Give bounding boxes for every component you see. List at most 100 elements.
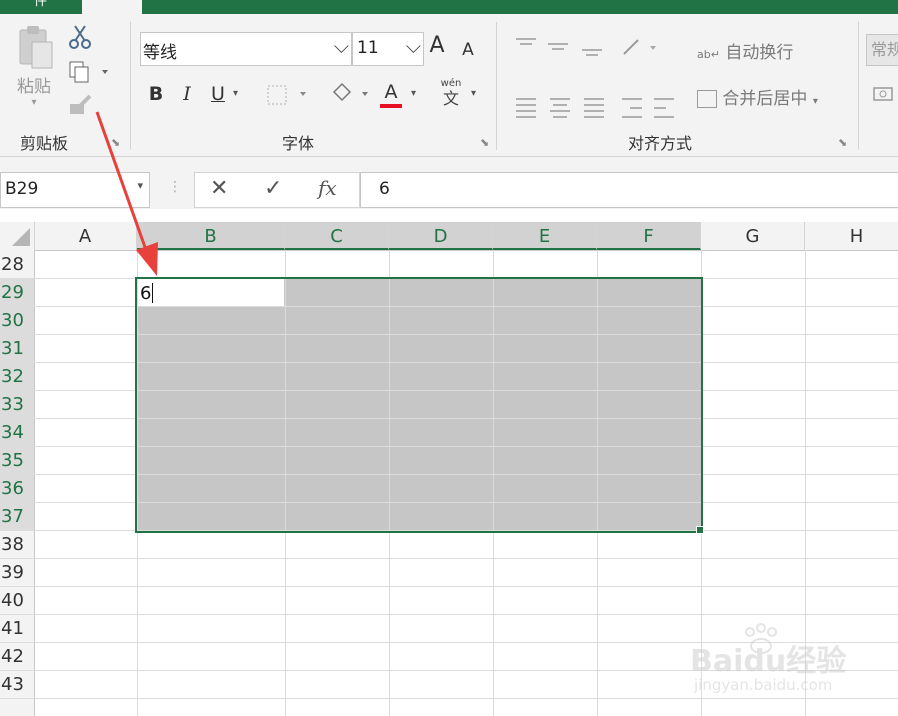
row-header-43[interactable]: 43 <box>0 670 34 698</box>
enter-icon[interactable]: ✓ <box>264 176 282 201</box>
font-name-select[interactable]: 等线 ⌵ <box>140 32 352 66</box>
formula-input-value: 6 <box>379 179 390 199</box>
merge-center-label: 合并后居中 <box>722 89 808 109</box>
group-divider <box>496 22 497 150</box>
chevron-down-icon[interactable]: ▾ <box>233 88 238 99</box>
column-header-c[interactable]: C <box>285 222 389 250</box>
dialog-launcher-icon[interactable]: ⬊ <box>111 137 121 148</box>
row-header-41[interactable]: 41 <box>0 614 34 642</box>
row-header-34[interactable]: 34 <box>0 418 34 446</box>
active-cell-b29[interactable]: 6 <box>138 279 284 306</box>
select-all-icon <box>12 228 30 246</box>
wrap-text-label: 自动换行 <box>725 43 794 63</box>
indent-icons[interactable] <box>620 96 680 120</box>
column-header-f[interactable]: F <box>597 222 701 250</box>
name-box[interactable]: B29 ▾ <box>0 172 150 208</box>
chevron-down-icon: ⌵ <box>333 34 349 58</box>
font-size-value: 11 <box>357 38 379 58</box>
currency-icon[interactable] <box>872 84 896 106</box>
row-header-37[interactable]: 37 <box>0 502 34 530</box>
row-header-42[interactable]: 42 <box>0 642 34 670</box>
row-header-38[interactable]: 38 <box>0 530 34 558</box>
row-header-28[interactable]: 28 <box>0 250 34 278</box>
wrap-text-icon: ab↵ <box>697 48 720 61</box>
gridline <box>0 614 898 615</box>
clipboard-group-label: 剪贴板 <box>20 134 69 153</box>
formula-input[interactable]: 6 <box>360 172 898 208</box>
watermark-url: jingyan.baidu.com <box>694 676 833 694</box>
vertical-align-icons[interactable] <box>514 36 610 58</box>
row-header-29[interactable]: 29 <box>0 278 34 306</box>
gridline <box>0 586 898 587</box>
paste-button[interactable]: 粘贴 ▾ <box>12 24 56 114</box>
font-color-button[interactable]: A <box>380 80 402 104</box>
row-header-40[interactable]: 40 <box>0 586 34 614</box>
column-header-bar: A B C D E F G H <box>0 222 898 251</box>
column-header-e[interactable]: E <box>493 222 597 250</box>
row-header-33[interactable]: 33 <box>0 390 34 418</box>
gridline <box>0 306 898 307</box>
paste-label: 粘贴 <box>17 77 51 97</box>
font-name-value: 等线 <box>143 43 177 63</box>
column-header-a[interactable]: A <box>34 222 137 250</box>
gridline <box>285 250 286 716</box>
chevron-down-icon[interactable]: ▾ <box>411 88 416 99</box>
bold-button[interactable]: B <box>145 82 167 106</box>
fill-handle[interactable] <box>696 526 704 534</box>
border-icon[interactable] <box>266 84 310 106</box>
gridline <box>0 334 898 335</box>
gridline <box>0 558 898 559</box>
column-header-g[interactable]: G <box>701 222 805 250</box>
orientation-icon[interactable] <box>620 36 660 60</box>
font-size-select[interactable]: 11 ⌵ <box>352 32 424 66</box>
active-cell-value: 6 <box>140 283 152 304</box>
shrink-font-button[interactable]: A <box>457 38 479 62</box>
gridline <box>0 418 898 419</box>
row-header-32[interactable]: 32 <box>0 362 34 390</box>
gridline <box>0 446 898 447</box>
wrap-text-button[interactable]: ab↵ 自动换行 <box>697 38 793 63</box>
column-header-h[interactable]: H <box>805 222 898 250</box>
select-all-button[interactable] <box>0 222 35 250</box>
underline-button[interactable]: U <box>207 82 229 106</box>
watermark-brand: Baidu经验 <box>690 644 847 679</box>
gridline <box>137 250 138 716</box>
row-header-35[interactable]: 35 <box>0 446 34 474</box>
row-header-39[interactable]: 39 <box>0 558 34 586</box>
copy-icon[interactable] <box>68 60 112 84</box>
row-header-31[interactable]: 31 <box>0 334 34 362</box>
italic-button[interactable]: I <box>176 82 198 106</box>
column-header-b[interactable]: B <box>137 222 285 250</box>
insert-function-button[interactable]: fx <box>318 176 337 200</box>
font-color-swatch <box>380 104 402 108</box>
font-group-label: 字体 <box>282 134 315 153</box>
phonetic-bottom-label: 文 <box>442 89 459 108</box>
number-format-select[interactable]: 常规 <box>866 34 898 66</box>
format-painter-icon[interactable] <box>68 94 94 118</box>
ribbon-tab-strip: 件 <box>0 0 898 14</box>
tab-file[interactable]: 件 <box>34 0 47 11</box>
chevron-down-icon: ⌵ <box>405 34 421 58</box>
fill-color-icon[interactable] <box>330 80 372 108</box>
merge-center-button[interactable]: 合并后居中 ▾ <box>697 84 818 109</box>
column-header-d[interactable]: D <box>389 222 493 250</box>
name-box-value: B29 <box>5 179 39 199</box>
paste-icon <box>19 26 53 69</box>
dialog-launcher-icon[interactable]: ⬊ <box>480 137 490 148</box>
group-divider <box>130 22 131 150</box>
cancel-icon[interactable]: ✕ <box>210 176 228 201</box>
chevron-down-icon[interactable]: ▾ <box>471 88 476 99</box>
formula-bar-grip-icon[interactable]: ⋮ <box>168 178 182 196</box>
phonetic-guide-button[interactable]: wén 文 <box>439 78 463 108</box>
alignment-group-label: 对齐方式 <box>628 134 693 153</box>
gridline <box>597 250 598 716</box>
cut-icon[interactable] <box>68 24 92 50</box>
row-header-30[interactable]: 30 <box>0 306 34 334</box>
baidu-watermark: Baidu经验 jingyan.baidu.com <box>690 622 890 702</box>
horizontal-align-icons[interactable] <box>514 96 610 120</box>
selected-range[interactable] <box>137 278 701 530</box>
dialog-launcher-icon[interactable]: ⬊ <box>838 137 848 148</box>
grow-font-button[interactable]: A <box>426 34 448 58</box>
tab-home[interactable] <box>82 0 142 14</box>
row-header-36[interactable]: 36 <box>0 474 34 502</box>
